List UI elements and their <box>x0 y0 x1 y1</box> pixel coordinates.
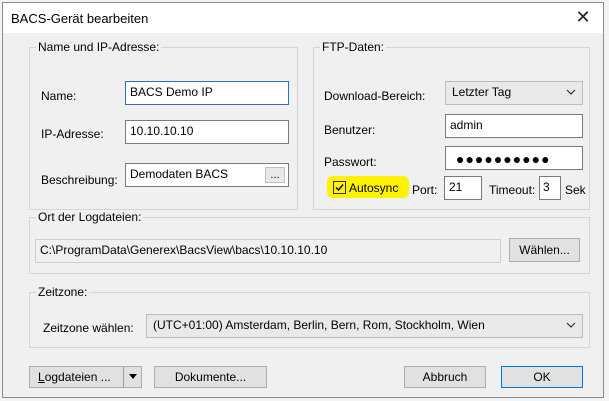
description-label: Beschreibung: <box>41 173 118 187</box>
name-ip-legend: Name und IP-Adresse: <box>36 40 162 54</box>
port-field[interactable]: 21 <box>444 176 482 200</box>
timeout-value: 3 <box>543 180 550 194</box>
logfiles-access-key: L <box>38 370 45 384</box>
user-value: admin <box>450 118 483 132</box>
password-mask: ●●●●●●●●●● <box>456 151 551 167</box>
password-field[interactable]: ●●●●●●●●●● <box>445 146 583 170</box>
split-dropdown-icon[interactable] <box>123 367 141 387</box>
timezone-label: Zeitzone wählen: <box>43 321 134 335</box>
name-field[interactable]: BACS Demo IP <box>125 81 289 105</box>
timeout-label: Timeout: <box>489 183 536 197</box>
user-label: Benutzer: <box>324 123 376 137</box>
chevron-down-icon <box>566 86 576 100</box>
timeout-field[interactable]: 3 <box>539 176 561 200</box>
log-location-legend: Ort der Logdateien: <box>36 210 144 224</box>
download-range-select[interactable]: Letzter Tag <box>445 81 583 105</box>
choose-path-label: Wählen... <box>519 243 570 257</box>
timezone-value: (UTC+01:00) Amsterdam, Berlin, Bern, Rom… <box>153 318 485 332</box>
bacs-edit-dialog: BACS-Gerät bearbeiten ✕ Name und IP-Adre… <box>2 2 604 398</box>
logfiles-split-button[interactable]: Logdateien ... <box>29 366 142 388</box>
dialog-title: BACS-Gerät bearbeiten <box>11 11 149 26</box>
description-browse-button[interactable]: ... <box>265 167 285 183</box>
user-field[interactable]: admin <box>445 114 583 138</box>
log-path-value: C:\ProgramData\Generex\BacsView\bacs\10.… <box>40 243 328 257</box>
ip-value: 10.10.10.10 <box>130 124 194 138</box>
ok-label: OK <box>533 370 551 384</box>
browse-label: ... <box>270 169 280 181</box>
name-value: BACS Demo IP <box>130 85 213 99</box>
ok-button[interactable]: OK <box>501 366 583 388</box>
password-label: Passwort: <box>324 155 377 169</box>
title-bar: BACS-Gerät bearbeiten ✕ <box>3 3 603 33</box>
log-path-field: C:\ProgramData\Generex\BacsView\bacs\10.… <box>35 239 501 263</box>
download-range-value: Letzter Tag <box>452 85 512 99</box>
port-label: Port: <box>412 183 438 197</box>
documents-label: Dokumente... <box>174 370 247 384</box>
download-label: Download-Bereich: <box>324 89 426 103</box>
logfiles-label: ogdateien ... <box>44 370 111 384</box>
checkmark-icon <box>335 184 344 192</box>
name-label: Name: <box>41 89 77 103</box>
port-value: 21 <box>449 180 463 194</box>
autosync-label[interactable]: Autosync <box>349 181 398 195</box>
timezone-select[interactable]: (UTC+01:00) Amsterdam, Berlin, Bern, Rom… <box>146 314 583 338</box>
close-icon[interactable]: ✕ <box>573 7 593 28</box>
ip-label: IP-Adresse: <box>41 127 104 141</box>
chevron-down-icon <box>566 319 576 333</box>
description-value: Demodaten BACS <box>130 167 229 181</box>
timezone-legend: Zeitzone: <box>36 285 90 299</box>
cancel-label: Abbruch <box>422 370 468 384</box>
choose-path-button[interactable]: Wählen... <box>509 238 580 262</box>
documents-button[interactable]: Dokumente... <box>154 366 267 388</box>
timeout-unit: Sek <box>565 183 586 197</box>
ip-field[interactable]: 10.10.10.10 <box>125 120 289 144</box>
autosync-checkbox[interactable] <box>333 181 346 194</box>
cancel-button[interactable]: Abbruch <box>404 366 486 388</box>
ftp-legend: FTP-Daten: <box>320 40 387 54</box>
